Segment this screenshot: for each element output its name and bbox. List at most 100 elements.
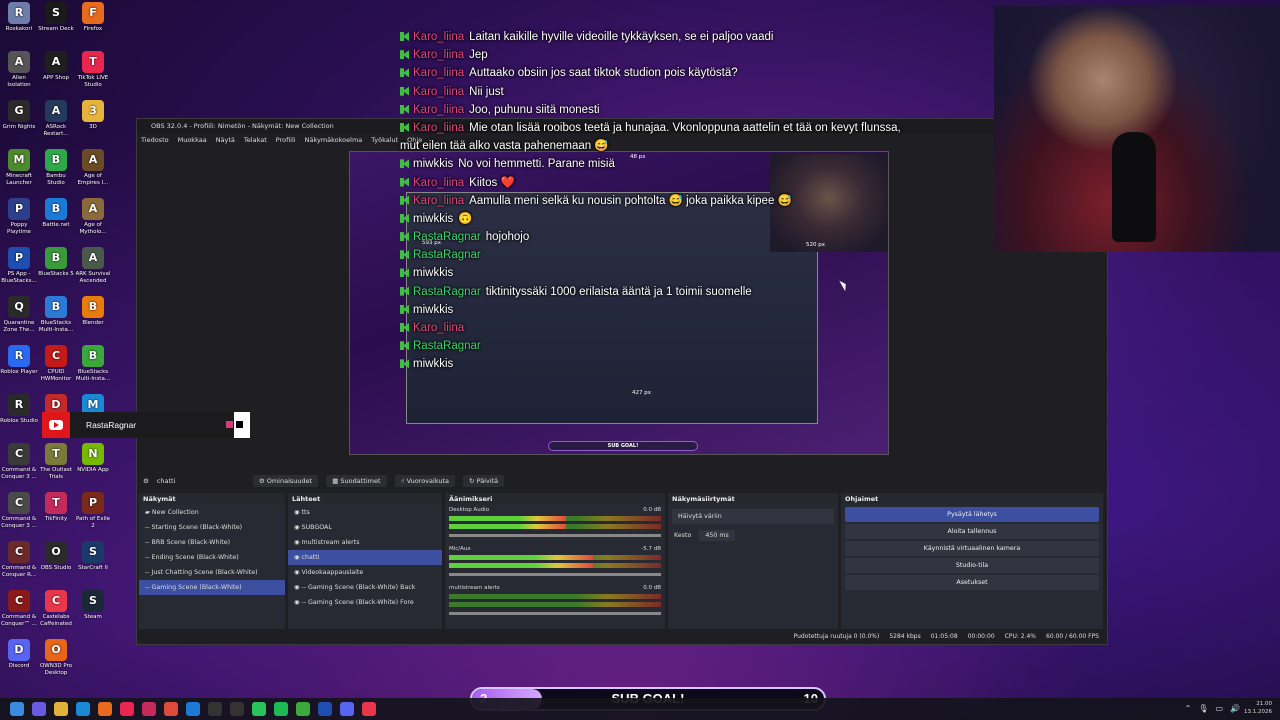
- desktop-icon[interactable]: A APP Shop: [37, 51, 75, 82]
- desktop-icon[interactable]: C Command & Conquer 3 ...: [0, 443, 38, 480]
- volume-slider[interactable]: [449, 612, 661, 615]
- refresh-button[interactable]: ↻ Päivitä: [463, 475, 505, 487]
- network-icon[interactable]: ▭: [1215, 704, 1223, 713]
- desktop-icon[interactable]: B Bambu Studio: [37, 149, 75, 186]
- scene-item-label: -- Just Chatting Scene (Black-White): [145, 569, 258, 576]
- scene-item[interactable]: -- Just Chatting Scene (Black-White): [139, 565, 285, 580]
- microphone-icon[interactable]: 🎙: [1198, 704, 1208, 713]
- source-item[interactable]: ◉ -- Gaming Scene (Black-White) Fore: [288, 595, 442, 610]
- menu-item[interactable]: Telakat: [244, 133, 267, 147]
- desktop-icon[interactable]: P Poppy Playtime: [0, 198, 38, 235]
- desktop-icon[interactable]: R Roblox Player: [0, 345, 38, 376]
- menu-item[interactable]: Profiili: [276, 133, 296, 147]
- desktop-icon[interactable]: S Stream Deck: [37, 2, 75, 33]
- caffeinated-icon[interactable]: [362, 702, 376, 716]
- ps-app-icon[interactable]: [318, 702, 332, 716]
- control-button[interactable]: Aloita tallennus: [845, 524, 1099, 539]
- source-item[interactable]: ◉ Videokaappauslaite: [288, 565, 442, 580]
- desktop-icon[interactable]: S StarCraft II: [74, 541, 112, 572]
- menu-item[interactable]: Muokkaa: [178, 133, 207, 147]
- volume-slider[interactable]: [449, 534, 661, 537]
- desktop-icon[interactable]: B BlueStacks Multi-Insta...: [37, 296, 75, 333]
- stream-deck-icon[interactable]: [208, 702, 222, 716]
- transition-type-select[interactable]: Häivytä väriin: [672, 509, 834, 524]
- obs-icon[interactable]: [230, 702, 244, 716]
- source-item[interactable]: ◉ -- Gaming Scene (Black-White) Back: [288, 580, 442, 595]
- whatsapp-icon[interactable]: [252, 702, 266, 716]
- clock[interactable]: 21.00 13.1.2026: [1244, 700, 1272, 716]
- desktop-icon[interactable]: B BlueStacks 5: [37, 247, 75, 278]
- desktop-icon[interactable]: N NVIDIA App: [74, 443, 112, 474]
- desktop-icon[interactable]: B Blender: [74, 296, 112, 327]
- desktop-icon[interactable]: C Command & Conquer™ ...: [0, 590, 38, 627]
- desktop-icon[interactable]: P PS App - BlueStacks...: [0, 247, 38, 284]
- volume-icon[interactable]: 🔊: [1230, 704, 1240, 713]
- desktop-icon[interactable]: S Steam: [74, 590, 112, 621]
- scene-item[interactable]: -- Starting Scene (Black-White): [139, 520, 285, 535]
- control-button[interactable]: Studio-tila: [845, 558, 1099, 573]
- firefox-icon[interactable]: [98, 702, 112, 716]
- source-item[interactable]: ◉ tts: [288, 505, 442, 520]
- windows-start-icon[interactable]: [10, 702, 24, 716]
- interact-button[interactable]: ☝ Vuorovaikuta: [394, 475, 456, 487]
- edge-icon[interactable]: [76, 702, 90, 716]
- chevron-up-icon[interactable]: ⌃: [1185, 704, 1192, 713]
- spotify-icon[interactable]: [274, 702, 288, 716]
- desktop-icon[interactable]: A ASRock Restart...: [37, 100, 75, 137]
- desktop-icon[interactable]: T TikFinity: [37, 492, 75, 523]
- duration-input[interactable]: 450 ms: [699, 530, 735, 541]
- scene-item[interactable]: -- Gaming Scene (Black-White): [139, 580, 285, 595]
- desktop-icon[interactable]: A Alien Isolation: [0, 51, 38, 88]
- control-button[interactable]: Asetukset: [845, 575, 1099, 590]
- desktop-icon[interactable]: A Age of Mytholo...: [74, 198, 112, 235]
- desktop-icon[interactable]: C Command & Conquer R...: [0, 541, 38, 578]
- desktop-icon[interactable]: D Discord: [0, 639, 38, 670]
- volume-slider[interactable]: [449, 573, 661, 576]
- desktop-icon[interactable]: A ARK Survival Ascended: [74, 247, 112, 284]
- desktop-icon[interactable]: 3 3D: [74, 100, 112, 131]
- scene-item[interactable]: -- BRB Scene (Black-White): [139, 535, 285, 550]
- menu-item[interactable]: Näkymäkokoelma: [305, 133, 363, 147]
- scene-item[interactable]: -- Ending Scene (Black-White): [139, 550, 285, 565]
- windows-taskbar: ⌃ 🎙 ▭ 🔊 21.00 13.1.2026: [0, 698, 1280, 720]
- bluestacks-icon[interactable]: [296, 702, 310, 716]
- desktop-icon[interactable]: O OWN3D Pro Desktop: [37, 639, 75, 676]
- desktop-icon[interactable]: A Age of Empires I...: [74, 149, 112, 186]
- source-item[interactable]: ◉ chatti: [288, 550, 442, 565]
- desktop-icon[interactable]: M Minecraft Launcher: [0, 149, 38, 186]
- desktop-icon[interactable]: C Command & Conquer 3 ...: [0, 492, 38, 529]
- battlenet-icon[interactable]: [186, 702, 200, 716]
- desktop-icon[interactable]: C Castelabs Caffeinated: [37, 590, 75, 627]
- desktop-icon[interactable]: B BlueStacks Multi-Insta...: [74, 345, 112, 382]
- menu-item[interactable]: Tiedosto: [141, 133, 169, 147]
- tiktok-live-icon[interactable]: [120, 702, 134, 716]
- desktop-icon[interactable]: F Firefox: [74, 2, 112, 33]
- control-button[interactable]: Pysäytä lähetys: [845, 507, 1099, 522]
- desktop-icon[interactable]: R Roskakori: [0, 2, 38, 33]
- desktop-icon[interactable]: T The Outlast Trials: [37, 443, 75, 480]
- chat-text: Nii just: [469, 85, 504, 98]
- desktop-icon[interactable]: P Path of Exile 2: [74, 492, 112, 529]
- source-item[interactable]: ◉ SUBGOAL: [288, 520, 442, 535]
- discord-icon[interactable]: [340, 702, 354, 716]
- desktop-icon[interactable]: G Grim Nights: [0, 100, 38, 131]
- desktop-icon[interactable]: B Battle.net: [37, 198, 75, 229]
- source-item[interactable]: ◉ multistream alerts: [288, 535, 442, 550]
- desktop-icon-label: Age of Empires I...: [77, 173, 109, 186]
- chrome-icon[interactable]: [164, 702, 178, 716]
- copilot-icon[interactable]: [32, 702, 46, 716]
- filters-button[interactable]: ▦ Suodattimet: [326, 475, 387, 487]
- menu-item[interactable]: Työkalut: [371, 133, 398, 147]
- properties-button[interactable]: ⚙ Ominaisuudet: [252, 475, 319, 487]
- file-explorer-icon[interactable]: [54, 702, 68, 716]
- scene-item[interactable]: ▰ New Collection: [139, 505, 285, 520]
- tikfinity-icon[interactable]: [142, 702, 156, 716]
- desktop-icon[interactable]: Q Quarantine Zone The...: [0, 296, 38, 333]
- menu-item[interactable]: Näytä: [216, 133, 235, 147]
- desktop-icon[interactable]: O OBS Studio: [37, 541, 75, 572]
- channel-db: -5.7 dB: [641, 546, 661, 552]
- desktop-icon[interactable]: C CPUID HWMonitor: [37, 345, 75, 382]
- desktop-icon[interactable]: R Roblox Studio: [0, 394, 38, 425]
- desktop-icon[interactable]: T TikTok LIVE Studio: [74, 51, 112, 88]
- control-button[interactable]: Käynnistä virtuaalinen kamera: [845, 541, 1099, 556]
